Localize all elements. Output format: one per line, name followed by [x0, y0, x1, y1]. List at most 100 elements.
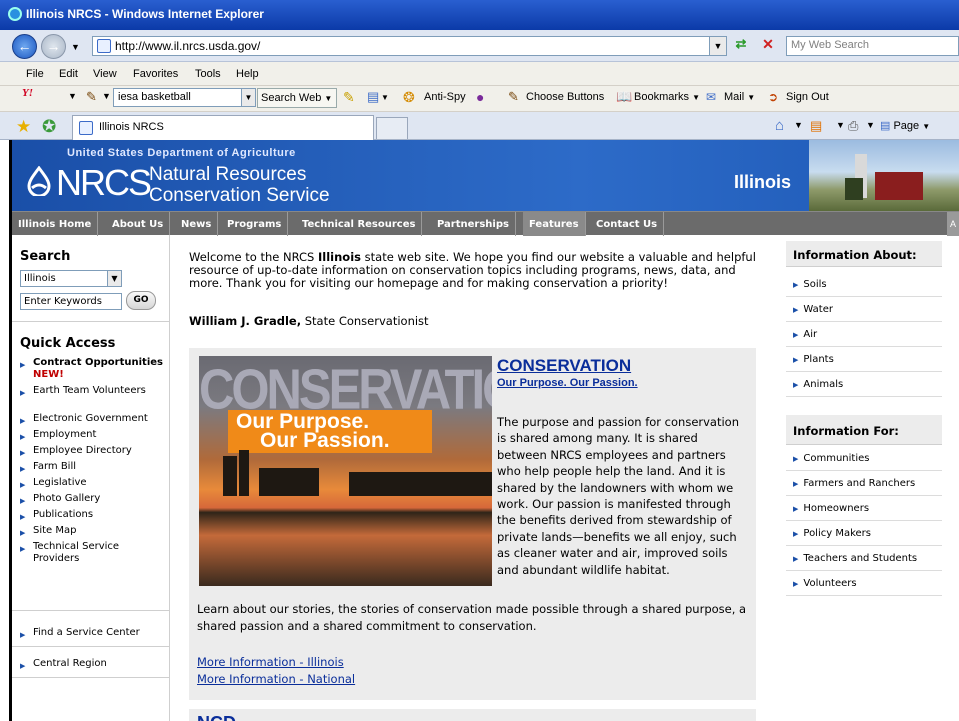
arrow-right-icon: ▶ — [20, 513, 26, 521]
feature-title-link[interactable]: CONSERVATION — [497, 356, 631, 376]
nrcs-wordmark[interactable]: NRCS — [56, 162, 152, 204]
menu-edit[interactable]: Edit — [59, 68, 78, 80]
print-icon[interactable]: ⎙ — [848, 118, 858, 134]
keywords-input[interactable]: Enter Keywords — [20, 293, 122, 310]
yahoo-search-input[interactable]: iesa basketball ▼ — [113, 88, 256, 107]
feature-body: The purpose and passion for conservation… — [497, 415, 740, 577]
quick-link-label: Legislative — [33, 477, 87, 488]
info-about-animals[interactable]: ▶ Animals — [786, 372, 942, 397]
menu-view[interactable]: View — [93, 68, 117, 80]
form-icon[interactable]: ▤ — [367, 89, 379, 105]
menu-bar: File Edit View Favorites Tools Help — [0, 62, 959, 86]
feeds-dropdown-icon[interactable]: ▼ — [836, 120, 845, 130]
form-dropdown-icon[interactable]: ▼ — [381, 93, 389, 102]
nav-about-us[interactable]: About Us — [106, 212, 171, 236]
favorites-star-icon[interactable]: ★ — [16, 117, 31, 137]
new-badge: NEW! — [33, 369, 64, 380]
info-for-teachers[interactable]: ▶ Teachers and Students — [786, 546, 942, 571]
quick-link-employee-directory[interactable]: ▶ Employee Directory — [20, 445, 168, 457]
anti-spy-icon: ❂ — [403, 89, 415, 105]
nrcs-logo-icon[interactable] — [24, 166, 54, 196]
nav-partnerships[interactable]: Partnerships — [431, 212, 516, 236]
state-select-dropdown-icon[interactable]: ▼ — [107, 271, 121, 286]
next-feature-peek[interactable]: NCD — [197, 713, 236, 721]
info-for-communities[interactable]: ▶ Communities — [786, 446, 942, 471]
conservation-feature-image[interactable]: CONSERVATION Our Purpose.Our Passion. — [199, 356, 492, 586]
pencil-icon[interactable]: ✎ — [86, 89, 97, 105]
quick-link-tsp[interactable]: ▶ Technical Service Providers — [20, 541, 135, 565]
mail-button[interactable]: Mail ▼ — [724, 91, 755, 103]
web-search-input[interactable]: My Web Search — [786, 36, 959, 56]
state-select[interactable]: Illinois ▼ — [20, 270, 122, 287]
nav-news[interactable]: News — [175, 212, 219, 236]
yahoo-logo[interactable]: Y! — [22, 87, 33, 99]
refresh-icon[interactable]: ⇄ — [731, 36, 751, 56]
search-web-button[interactable]: Search Web ▼ — [257, 88, 337, 108]
quick-link-egov[interactable]: ▶ Electronic Government — [20, 413, 168, 425]
window-left-border — [0, 140, 12, 721]
tab-illinois-nrcs[interactable]: Illinois NRCS — [72, 115, 374, 140]
menu-file[interactable]: File — [26, 68, 44, 80]
quick-link-contract-opportunities[interactable]: ▶ Contract Opportunities NEW! — [20, 357, 168, 381]
quick-link-publications[interactable]: ▶ Publications — [20, 509, 168, 521]
menu-help[interactable]: Help — [236, 68, 259, 80]
pencil-dropdown-icon[interactable]: ▼ — [102, 91, 111, 101]
new-tab-button[interactable] — [376, 117, 408, 139]
recent-pages-dropdown-icon[interactable]: ▼ — [71, 42, 80, 52]
page-menu-button[interactable]: ▤ Page ▼ — [880, 119, 930, 132]
find-service-center-link[interactable]: ▶ Find a Service Center — [20, 627, 168, 639]
state-name: Illinois — [734, 172, 792, 192]
info-for-homeowners[interactable]: ▶ Homeowners — [786, 496, 942, 521]
quick-link-photo-gallery[interactable]: ▶ Photo Gallery — [20, 493, 168, 505]
arrow-right-icon: ▶ — [793, 455, 799, 463]
info-about-air[interactable]: ▶ Air — [786, 322, 942, 347]
window-title-bar: Illinois NRCS - Windows Internet Explore… — [0, 0, 959, 30]
info-item-label: Teachers and Students — [803, 553, 918, 564]
menu-tools[interactable]: Tools — [195, 68, 221, 80]
info-for-farmers[interactable]: ▶ Farmers and Ranchers — [786, 471, 942, 496]
print-dropdown-icon[interactable]: ▼ — [866, 120, 875, 130]
info-about-soils[interactable]: ▶ Soils — [786, 272, 942, 297]
more-info-illinois-link[interactable]: More Information - Illinois — [197, 655, 344, 669]
feature-subtitle-link[interactable]: Our Purpose. Our Passion. — [497, 377, 638, 389]
yahoo-menu-dropdown-icon[interactable]: ▼ — [68, 91, 77, 101]
sign-out-button[interactable]: Sign Out — [786, 91, 829, 103]
feeds-icon[interactable]: ▤ — [810, 118, 822, 134]
highlighter-icon[interactable]: ✎ — [343, 89, 355, 106]
yahoo-search-dropdown-icon[interactable]: ▼ — [241, 89, 255, 106]
quick-link-employment[interactable]: ▶ Employment — [20, 429, 168, 441]
forward-button[interactable]: → — [41, 34, 66, 59]
info-for-policy-makers[interactable]: ▶ Policy Makers — [786, 521, 942, 546]
more-info-national-link[interactable]: More Information - National — [197, 672, 355, 686]
nav-technical-resources[interactable]: Technical Resources — [296, 212, 423, 236]
bookmarks-button[interactable]: Bookmarks ▼ — [634, 91, 700, 103]
nav-features[interactable]: Features — [523, 212, 586, 236]
url-dropdown-icon[interactable]: ▼ — [709, 36, 727, 56]
go-button[interactable]: GO — [126, 291, 156, 310]
menu-favorites[interactable]: Favorites — [133, 68, 178, 80]
central-region-link[interactable]: ▶ Central Region — [20, 658, 168, 670]
quick-link-legislative[interactable]: ▶ Legislative — [20, 477, 168, 489]
quick-link-farm-bill[interactable]: ▶ Farm Bill — [20, 461, 168, 473]
messenger-icon[interactable]: ● — [476, 89, 484, 105]
quick-link-site-map[interactable]: ▶ Site Map — [20, 525, 168, 537]
nav-contact-us[interactable]: Contact Us — [590, 212, 665, 236]
home-icon[interactable]: ⌂ — [775, 117, 784, 134]
choose-buttons-button[interactable]: Choose Buttons — [526, 91, 604, 103]
quick-link-earth-team[interactable]: ▶ Earth Team Volunteers — [20, 385, 168, 397]
add-favorites-icon[interactable]: ✪ — [42, 117, 56, 137]
anti-spy-button[interactable]: Anti-Spy — [424, 91, 466, 103]
back-button[interactable]: ← — [12, 34, 37, 59]
nav-illinois-home[interactable]: Illinois Home — [12, 212, 99, 236]
home-dropdown-icon[interactable]: ▼ — [794, 120, 803, 130]
info-for-volunteers[interactable]: ▶ Volunteers — [786, 571, 942, 596]
info-item-label: Soils — [803, 279, 827, 290]
url-field[interactable]: http://www.il.nrcs.usda.gov/ — [92, 36, 727, 56]
nav-overflow[interactable]: A — [947, 212, 959, 236]
info-about-plants[interactable]: ▶ Plants — [786, 347, 942, 372]
nav-programs[interactable]: Programs — [221, 212, 289, 236]
address-bar: ← → ▼ http://www.il.nrcs.usda.gov/ ▼ ⇄ ✕… — [0, 30, 959, 62]
stop-icon[interactable]: ✕ — [758, 36, 778, 56]
info-about-water[interactable]: ▶ Water — [786, 297, 942, 322]
quick-link-label: Photo Gallery — [33, 493, 101, 504]
